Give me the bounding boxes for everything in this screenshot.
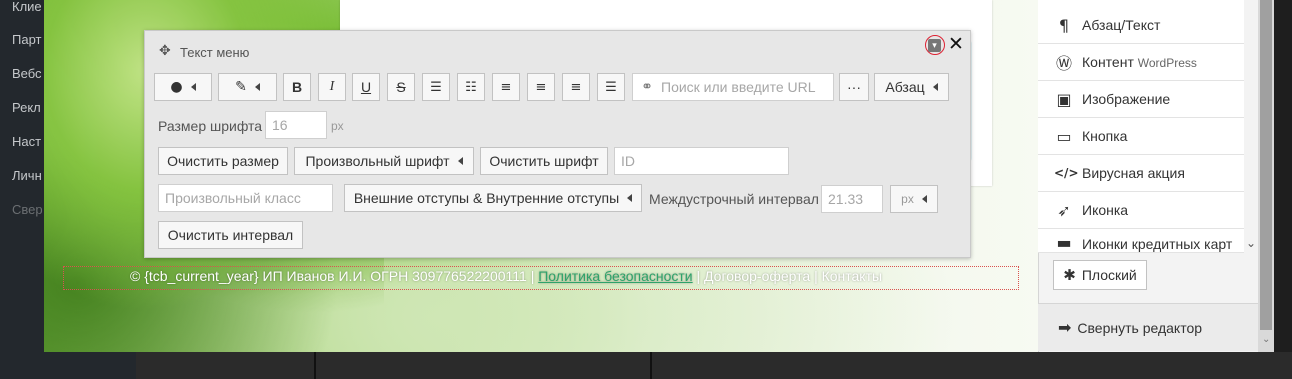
wp-menu-item[interactable]: Рекл bbox=[12, 100, 41, 115]
align-center-button[interactable]: ≡ bbox=[527, 73, 555, 101]
align-right-button[interactable]: ≡ bbox=[562, 73, 590, 101]
divider bbox=[314, 352, 316, 379]
line-height-label: Междустрочный интервал bbox=[649, 191, 819, 207]
divider bbox=[650, 352, 652, 379]
bullet-list-button[interactable]: ☰ bbox=[422, 73, 450, 101]
element-item-icon[interactable]: ➶ Иконка bbox=[1038, 192, 1244, 229]
more-button[interactable]: ··· bbox=[839, 73, 869, 101]
text-toolbar: ✥ Текст меню ▾ ✕ ● ✎ B I U S ☰ ☷ ≡ ≡ ≡ ☰… bbox=[144, 30, 971, 258]
asterisk-icon: ✱ bbox=[1063, 266, 1076, 284]
wp-menu-item[interactable]: Парт bbox=[12, 32, 41, 47]
custom-font-label: Произвольный шрифт bbox=[305, 153, 450, 169]
margins-label: Внешние отступы & Внутренние отступы bbox=[353, 190, 620, 206]
footer-prefix: © {tcb_current_year} ИП Иванов И.И. ОГРН… bbox=[130, 268, 539, 284]
bullet-list-icon: ☰ bbox=[430, 79, 442, 95]
collapse-editor-button[interactable]: ➡ Свернуть редактор bbox=[1038, 303, 1259, 351]
align-left-button[interactable]: ≡ bbox=[492, 73, 520, 101]
wordpress-icon: Ⓦ bbox=[1055, 54, 1072, 73]
element-label: Иконка bbox=[1082, 202, 1129, 218]
font-size-unit: px bbox=[331, 119, 344, 133]
element-label-main: Контент bbox=[1082, 54, 1134, 70]
url-input[interactable]: ⚭ Поиск или введите URL bbox=[632, 73, 834, 101]
underline-button[interactable]: U bbox=[352, 73, 380, 101]
clear-size-button[interactable]: Очистить размер bbox=[158, 147, 288, 175]
link-icon: ⚭ bbox=[641, 79, 653, 95]
element-label: Иконки кредитных карт bbox=[1082, 236, 1233, 252]
move-icon[interactable]: ✥ bbox=[159, 43, 171, 59]
element-item-paragraph[interactable]: ¶ Абзац/Текст bbox=[1038, 7, 1244, 44]
brush-icon: ✎ bbox=[235, 79, 247, 95]
bottom-strip bbox=[136, 352, 1292, 379]
scrollbar-thumb[interactable] bbox=[1260, 0, 1272, 330]
footer-link-privacy[interactable]: Политика безопасности bbox=[538, 268, 692, 284]
strikethrough-button[interactable]: S bbox=[387, 73, 415, 101]
paragraph-select[interactable]: Абзац bbox=[874, 73, 949, 101]
numbered-list-button[interactable]: ☷ bbox=[457, 73, 485, 101]
font-size-label: Размер шрифта bbox=[158, 118, 263, 134]
scroll-down-chevron-icon[interactable]: ⌄ bbox=[1246, 236, 1256, 250]
italic-button[interactable]: I bbox=[318, 73, 346, 101]
custom-class-input[interactable]: Произвольный класс bbox=[158, 184, 333, 212]
element-label: Кнопка bbox=[1082, 128, 1128, 144]
url-placeholder: Поиск или введите URL bbox=[661, 79, 816, 95]
element-label: Абзац/Текст bbox=[1082, 17, 1161, 33]
rocket-icon: ➶ bbox=[1057, 200, 1071, 220]
element-item-image[interactable]: ▣ Изображение bbox=[1038, 81, 1244, 118]
pilcrow-icon: ¶ bbox=[1058, 15, 1070, 35]
custom-font-select[interactable]: Произвольный шрифт bbox=[294, 147, 474, 175]
element-label: Вирусная акция bbox=[1082, 165, 1185, 181]
align-justify-icon: ☰ bbox=[605, 79, 617, 95]
toolbar-title: Текст меню bbox=[180, 45, 250, 60]
font-size-input[interactable]: 16 bbox=[265, 111, 327, 139]
image-icon: ▣ bbox=[1056, 89, 1072, 109]
clear-interval-button[interactable]: Очистить интервал bbox=[158, 221, 303, 249]
element-item-credit-cards[interactable]: ▬ Иконки кредитных карт bbox=[1038, 229, 1244, 253]
id-input[interactable]: ID bbox=[614, 147, 789, 175]
button-icon: ▭ bbox=[1056, 126, 1072, 146]
code-icon: </> bbox=[1054, 166, 1079, 180]
flat-button[interactable]: ✱ Плоский bbox=[1053, 260, 1147, 290]
bold-button[interactable]: B bbox=[283, 73, 311, 101]
align-center-icon: ≡ bbox=[535, 79, 547, 95]
numbered-list-icon: ☷ bbox=[465, 79, 477, 95]
clear-font-button[interactable]: Очистить шрифт bbox=[480, 147, 608, 175]
collapse-toolbar-icon[interactable]: ▾ bbox=[928, 39, 941, 52]
flat-label: Плоский bbox=[1081, 267, 1137, 283]
footer-suffix: | Договор-оферта | Контакты bbox=[692, 268, 883, 284]
align-left-icon: ≡ bbox=[500, 79, 512, 95]
highlight-button[interactable]: ✎ bbox=[218, 73, 277, 101]
element-item-button[interactable]: ▭ Кнопка bbox=[1038, 118, 1244, 155]
line-height-input[interactable]: 21.33 bbox=[821, 185, 883, 213]
close-icon[interactable]: ✕ bbox=[948, 33, 964, 55]
wp-menu-item[interactable]: Клие bbox=[12, 0, 42, 14]
collapse-editor-label: Свернуть редактор bbox=[1077, 319, 1203, 336]
element-item-wordpress[interactable]: Ⓦ Контент WordPress bbox=[1038, 44, 1244, 81]
wp-menu-item[interactable]: Личн bbox=[12, 168, 42, 183]
line-height-unit: px bbox=[901, 192, 914, 206]
wp-menu-item[interactable]: Вебс bbox=[12, 66, 42, 81]
footer-text[interactable]: © {tcb_current_year} ИП Иванов И.И. ОГРН… bbox=[130, 268, 882, 284]
element-label-sub: WordPress bbox=[1137, 56, 1197, 70]
align-justify-button[interactable]: ☰ bbox=[597, 73, 625, 101]
element-label: Изображение bbox=[1082, 91, 1171, 107]
scroll-down-icon[interactable]: ⌄ bbox=[1262, 334, 1270, 345]
wp-menu-item[interactable]: Свер bbox=[12, 202, 43, 217]
palette-icon: ● bbox=[170, 79, 183, 95]
color-picker-button[interactable]: ● bbox=[154, 73, 212, 101]
arrow-right-icon: ➡ bbox=[1058, 318, 1072, 337]
credit-card-icon: ▬ bbox=[1056, 233, 1072, 252]
margins-select[interactable]: Внешние отступы & Внутренние отступы bbox=[344, 184, 642, 212]
element-label: Контент WordPress bbox=[1082, 54, 1197, 70]
paragraph-label: Абзац bbox=[885, 79, 925, 95]
line-height-unit-select[interactable]: px bbox=[890, 185, 938, 213]
wp-menu-item[interactable]: Наст bbox=[12, 134, 41, 149]
element-item-viral[interactable]: </> Вирусная акция bbox=[1038, 155, 1244, 192]
align-right-icon: ≡ bbox=[570, 79, 582, 95]
